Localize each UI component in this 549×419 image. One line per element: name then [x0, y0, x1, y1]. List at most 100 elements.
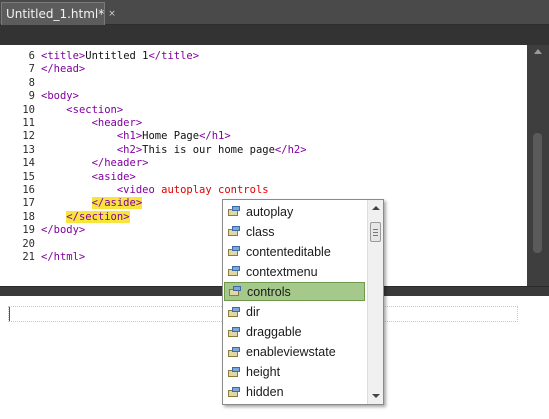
line-number: 12 [22, 130, 35, 143]
completion-item[interactable]: contextmenu [224, 262, 365, 281]
completion-item-label: class [246, 224, 275, 239]
completion-item-label: height [246, 365, 281, 380]
line-number: 8 [28, 76, 35, 89]
code-line[interactable]: <title>Untitled 1</title> [41, 49, 199, 63]
html-attribute-icon [228, 366, 241, 378]
tab-untitled-1[interactable]: Untitled_1.html* × [1, 2, 116, 25]
completion-list[interactable]: autoplay class contenteditable contextmenu c… [223, 200, 367, 404]
code-line[interactable]: </head> [41, 62, 85, 76]
line-number: 16 [22, 184, 35, 196]
close-icon[interactable]: × [108, 9, 116, 19]
code-token: <h2> [116, 143, 143, 156]
code-token: <header> [91, 117, 143, 129]
line-number: 10 [22, 103, 35, 116]
line-number: 13 [22, 143, 35, 156]
completion-item-label: hidden [246, 385, 284, 400]
completion-item[interactable]: class [224, 222, 365, 241]
editor-top-strip [0, 25, 549, 45]
code-token: <h1> [116, 130, 143, 143]
code-token: <video [116, 184, 162, 196]
code-token: </h2> [274, 143, 307, 156]
completion-item-label: enableviewstate [246, 345, 336, 360]
html-attribute-icon [228, 346, 241, 358]
completion-scrollbar[interactable] [367, 200, 383, 404]
code-token: autoplay controls [161, 184, 269, 196]
scroll-thumb[interactable] [533, 133, 542, 253]
code-token: <section> [66, 103, 124, 116]
code-token: This is our home page [142, 143, 275, 156]
completion-item[interactable]: contenteditable [224, 242, 365, 261]
completion-item-label: contenteditable [246, 244, 331, 259]
tab-label: Untitled_1.html* [6, 7, 105, 21]
code-line[interactable]: <body> [41, 89, 79, 103]
line-number: 18 [22, 210, 35, 223]
html-attribute-icon [228, 306, 241, 318]
completion-item[interactable]: autoplay [224, 202, 365, 221]
code-token: </head> [41, 63, 86, 76]
scroll-thumb[interactable] [370, 222, 381, 242]
code-line[interactable]: <h1>Home Page</h1> [41, 129, 231, 143]
code-token: Home Page [142, 130, 200, 143]
code-line[interactable]: <section> [41, 103, 123, 117]
html-attribute-icon [228, 386, 241, 398]
line-number-gutter: 6 7 8 9 10 11 12 13 14 15 16 17 18 19 20 21 [0, 45, 38, 295]
html-attribute-icon [228, 226, 241, 237]
editor-vertical-scrollbar[interactable] [527, 45, 549, 295]
line-number: 7 [28, 63, 35, 76]
code-line[interactable]: <video autoplay controls [41, 183, 269, 197]
line-number: 20 [22, 237, 35, 250]
completion-item-label: autoplay [246, 204, 294, 219]
code-token: </html> [41, 251, 86, 263]
code-line[interactable]: <h2>This is our home page</h2> [41, 143, 307, 157]
code-token: <title> [41, 50, 86, 62]
code-line[interactable]: </body> [41, 223, 85, 237]
html-attribute-icon [228, 266, 241, 277]
line-number: 14 [22, 157, 35, 170]
completion-item-label: contextmenu [246, 264, 318, 279]
code-token: </header> [91, 157, 149, 170]
html-attribute-icon [228, 326, 241, 338]
completion-item[interactable]: dir [224, 303, 365, 322]
text-caret [9, 307, 10, 321]
code-token: </h1> [199, 130, 231, 143]
code-line[interactable]: </section> [41, 210, 130, 224]
scroll-up-icon[interactable] [372, 206, 380, 210]
scroll-down-icon[interactable] [372, 394, 380, 398]
completion-item[interactable]: height [224, 363, 365, 382]
completion-item-label: dir [246, 305, 260, 319]
completion-item[interactable]: enableviewstate [224, 343, 365, 362]
html-attribute-icon [228, 206, 241, 217]
completion-item[interactable]: draggable [224, 323, 365, 342]
document-tab-bar: Untitled_1.html* × [0, 0, 549, 25]
code-token: </section> [66, 210, 130, 223]
line-number: 17 [22, 197, 35, 210]
line-number: 19 [22, 224, 35, 237]
line-number: 11 [22, 117, 35, 129]
code-token: <aside> [91, 170, 136, 183]
intellisense-popup[interactable]: autoplay class contenteditable contextmenu c… [222, 199, 384, 405]
code-line[interactable]: </html> [41, 250, 85, 264]
completion-item-label: controls [247, 284, 291, 299]
code-line[interactable]: </aside> [41, 196, 143, 210]
line-number: 9 [28, 90, 35, 103]
line-number: 15 [22, 170, 35, 183]
scroll-up-icon[interactable] [534, 49, 542, 54]
code-line[interactable]: <aside> [41, 170, 136, 184]
completion-item[interactable]: hidden [224, 383, 365, 402]
code-token: </body> [41, 224, 86, 237]
line-number: 6 [28, 50, 35, 62]
code-token: Untitled 1 [85, 50, 149, 62]
code-line[interactable]: </header> [41, 156, 149, 170]
code-line[interactable]: <header> [41, 116, 143, 130]
completion-item[interactable]: controls [224, 282, 365, 302]
completion-item-label: draggable [246, 325, 302, 340]
line-number: 21 [22, 251, 35, 263]
